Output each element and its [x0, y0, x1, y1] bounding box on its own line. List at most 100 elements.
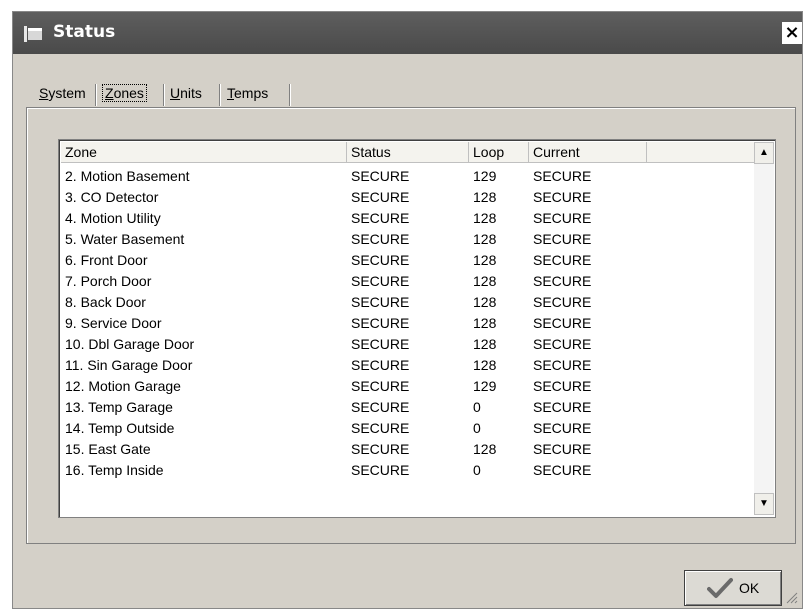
tab-zones-label: ones — [113, 85, 144, 101]
cell-loop: 128 — [473, 189, 497, 205]
tab-separator — [219, 84, 220, 106]
cell-loop: 128 — [473, 294, 497, 310]
table-row[interactable]: 3. CO Detector SECURE 128 SECURE — [61, 187, 756, 208]
cell-loop: 128 — [473, 357, 497, 373]
table-row[interactable]: 2. Motion Basement SECURE 129 SECURE — [61, 166, 756, 187]
cell-status: SECURE — [351, 252, 410, 268]
tab-separator — [95, 84, 96, 106]
tab-zones-accel: Z — [105, 85, 114, 101]
table-row[interactable]: 7. Porch Door SECURE 128 SECURE — [61, 271, 756, 292]
ok-button[interactable]: OK — [684, 570, 782, 606]
cell-zone: 7. Porch Door — [65, 273, 152, 289]
cell-loop: 0 — [473, 462, 481, 478]
cell-loop: 129 — [473, 168, 497, 184]
cell-loop: 0 — [473, 420, 481, 436]
window-title: Status — [53, 22, 116, 42]
tab-units-accel: U — [170, 85, 181, 101]
cell-status: SECURE — [351, 399, 410, 415]
tab-units-label: nits — [180, 85, 202, 101]
cell-current: SECURE — [533, 357, 592, 373]
resize-grip-icon[interactable] — [786, 592, 798, 604]
cell-zone: 15. East Gate — [65, 441, 151, 457]
cell-loop: 0 — [473, 399, 481, 415]
tab-temps-accel: T — [227, 85, 234, 101]
tab-system-accel: S — [39, 85, 49, 101]
table-row[interactable]: 8. Back Door SECURE 128 SECURE — [61, 292, 756, 313]
cell-current: SECURE — [533, 294, 592, 310]
cell-zone: 6. Front Door — [65, 252, 148, 268]
table-row[interactable]: 15. East Gate SECURE 128 SECURE — [61, 439, 756, 460]
cell-current: SECURE — [533, 420, 592, 436]
cell-status: SECURE — [351, 336, 410, 352]
zones-list[interactable]: Zone Status Loop Current 2. Motion Basem… — [58, 139, 776, 518]
scroll-up-button[interactable]: ▲ — [754, 142, 774, 164]
cell-status: SECURE — [351, 273, 410, 289]
table-row[interactable]: 11. Sin Garage Door SECURE 128 SECURE — [61, 355, 756, 376]
cell-loop: 128 — [473, 231, 497, 247]
cell-zone: 3. CO Detector — [65, 189, 159, 205]
tab-zones[interactable]: Zones — [100, 80, 149, 107]
cell-current: SECURE — [533, 336, 592, 352]
tab-temps[interactable]: Temps — [225, 80, 270, 107]
cell-zone: 9. Service Door — [65, 315, 162, 331]
scroll-down-button[interactable]: ▼ — [754, 493, 774, 515]
cell-current: SECURE — [533, 273, 592, 289]
cell-loop: 128 — [473, 315, 497, 331]
column-header-status[interactable]: Status — [347, 142, 469, 163]
table-row[interactable]: 14. Temp Outside SECURE 0 SECURE — [61, 418, 756, 439]
tab-temps-label: emps — [234, 85, 269, 101]
cell-current: SECURE — [533, 189, 592, 205]
table-row[interactable]: 4. Motion Utility SECURE 128 SECURE — [61, 208, 756, 229]
tab-system-label: ystem — [48, 85, 86, 101]
cell-status: SECURE — [351, 231, 410, 247]
cell-zone: 8. Back Door — [65, 294, 146, 310]
cell-status: SECURE — [351, 462, 410, 478]
table-row[interactable]: 10. Dbl Garage Door SECURE 128 SECURE — [61, 334, 756, 355]
status-dialog: Status × System Zones Units Temps Zone S… — [12, 11, 803, 609]
cell-loop: 128 — [473, 336, 497, 352]
cell-zone: 16. Temp Inside — [65, 462, 164, 478]
cell-zone: 10. Dbl Garage Door — [65, 336, 195, 352]
cell-zone: 11. Sin Garage Door — [65, 357, 193, 373]
cell-current: SECURE — [533, 399, 592, 415]
cell-current: SECURE — [533, 231, 592, 247]
column-header-zone[interactable]: Zone — [61, 142, 347, 163]
tab-separator — [289, 84, 290, 106]
table-row[interactable]: 13. Temp Garage SECURE 0 SECURE — [61, 397, 756, 418]
cell-loop: 128 — [473, 252, 497, 268]
ok-label: OK — [739, 580, 760, 596]
cell-status: SECURE — [351, 378, 410, 394]
cell-loop: 129 — [473, 378, 497, 394]
tab-separator — [163, 84, 164, 106]
vertical-scrollbar[interactable]: ▲ ▼ — [754, 142, 774, 515]
cell-zone: 12. Motion Garage — [65, 378, 181, 394]
cell-current: SECURE — [533, 462, 592, 478]
list-header: Zone Status Loop Current — [61, 142, 756, 164]
cell-status: SECURE — [351, 441, 410, 457]
column-header-loop[interactable]: Loop — [469, 142, 529, 163]
cell-current: SECURE — [533, 168, 592, 184]
cell-loop: 128 — [473, 210, 497, 226]
table-row[interactable]: 9. Service Door SECURE 128 SECURE — [61, 313, 756, 334]
checkmark-icon — [707, 578, 733, 598]
cell-status: SECURE — [351, 357, 410, 373]
cell-status: SECURE — [351, 294, 410, 310]
cell-zone: 5. Water Basement — [65, 231, 185, 247]
table-row[interactable]: 16. Temp Inside SECURE 0 SECURE — [61, 460, 756, 481]
cell-current: SECURE — [533, 252, 592, 268]
tab-units[interactable]: Units — [168, 80, 204, 107]
cell-status: SECURE — [351, 210, 410, 226]
tab-system[interactable]: System — [37, 80, 88, 107]
cell-loop: 128 — [473, 441, 497, 457]
column-header-current[interactable]: Current — [529, 142, 647, 163]
cell-zone: 2. Motion Basement — [65, 168, 190, 184]
close-button[interactable]: × — [782, 22, 802, 44]
table-row[interactable]: 6. Front Door SECURE 128 SECURE — [61, 250, 756, 271]
cell-status: SECURE — [351, 315, 410, 331]
cell-zone: 13. Temp Garage — [65, 399, 173, 415]
table-row[interactable]: 5. Water Basement SECURE 128 SECURE — [61, 229, 756, 250]
cell-status: SECURE — [351, 189, 410, 205]
cell-current: SECURE — [533, 441, 592, 457]
cell-zone: 14. Temp Outside — [65, 420, 175, 436]
table-row[interactable]: 12. Motion Garage SECURE 129 SECURE — [61, 376, 756, 397]
